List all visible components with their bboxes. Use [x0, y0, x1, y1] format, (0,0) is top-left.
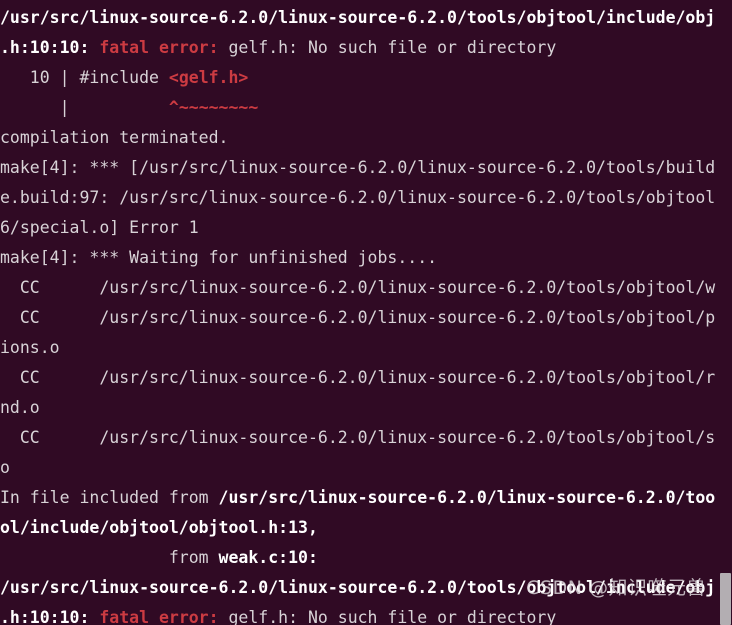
- terminal-line: make[4]: *** Waiting for unfinished jobs…: [0, 243, 732, 273]
- terminal-line: /usr/src/linux-source-6.2.0/linux-source…: [0, 3, 732, 33]
- terminal-line: | ^~~~~~~~~: [0, 93, 732, 123]
- terminal-text-span: from: [0, 548, 219, 567]
- terminal-text-span: CC /usr/src/linux-source-6.2.0/linux-sou…: [0, 368, 732, 387]
- terminal-line: from weak.c:10:: [0, 543, 732, 573]
- terminal-text-span: e.build:97: /usr/src/linux-source-6.2.0/…: [0, 188, 732, 207]
- terminal-line: CC /usr/src/linux-source-6.2.0/linux-sou…: [0, 363, 732, 393]
- terminal-scrollbar[interactable]: [716, 0, 732, 625]
- terminal-text-span: fatal error:: [99, 608, 229, 625]
- terminal-line: o: [0, 453, 732, 483]
- terminal-text-span: CC /usr/src/linux-source-6.2.0/linux-sou…: [0, 308, 732, 327]
- terminal-line: /usr/src/linux-source-6.2.0/linux-source…: [0, 573, 732, 603]
- terminal-text-span: gelf.h: No such file or directory: [228, 38, 557, 57]
- terminal-line: 10 | #include <gelf.h>: [0, 63, 732, 93]
- terminal-line: e.build:97: /usr/src/linux-source-6.2.0/…: [0, 183, 732, 213]
- terminal-line: In file included from /usr/src/linux-sou…: [0, 483, 732, 513]
- terminal-text-span: 6/special.o] Error 1: [0, 218, 199, 237]
- terminal-line: ions.o: [0, 333, 732, 363]
- terminal-line: 6/special.o] Error 1: [0, 213, 732, 243]
- terminal-line: CC /usr/src/linux-source-6.2.0/linux-sou…: [0, 423, 732, 453]
- terminal-text-span: CC /usr/src/linux-source-6.2.0/linux-sou…: [0, 428, 732, 447]
- terminal-text-span: ions.o: [0, 338, 60, 357]
- terminal-text-span: |: [0, 98, 169, 117]
- terminal-text-span: ^~~~~~~~~: [168, 98, 259, 117]
- terminal-line: CC /usr/src/linux-source-6.2.0/linux-sou…: [0, 303, 732, 333]
- terminal-text-span: 10 | #include: [0, 68, 169, 87]
- terminal-line: ol/include/objtool/objtool.h:13,: [0, 513, 732, 543]
- terminal-text-span: make[4]: *** Waiting for unfinished jobs…: [0, 248, 438, 267]
- terminal-line: CC /usr/src/linux-source-6.2.0/linux-sou…: [0, 273, 732, 303]
- terminal-text-span: .h:10:10:: [0, 608, 100, 625]
- terminal-text-span: /usr/src/linux-source-6.2.0/linux-source…: [0, 8, 732, 27]
- terminal-text-span: make[4]: *** [/usr/src/linux-source-6.2.…: [0, 158, 732, 177]
- terminal-text-span: nd.o: [0, 398, 40, 417]
- terminal-line: .h:10:10: fatal error: gelf.h: No such f…: [0, 33, 732, 63]
- terminal-line: .h:10:10: fatal error: gelf.h: No such f…: [0, 603, 732, 625]
- scrollbar-thumb[interactable]: [720, 573, 731, 625]
- terminal-text-span: weak.c:10:: [218, 548, 318, 567]
- terminal-output: /usr/src/linux-source-6.2.0/linux-source…: [0, 3, 732, 625]
- terminal-text-span: /usr/src/linux-source-6.2.0/linux-source…: [218, 488, 732, 507]
- terminal-text-span: CC /usr/src/linux-source-6.2.0/linux-sou…: [0, 278, 732, 297]
- terminal-text-span: gelf.h: No such file or directory: [228, 608, 557, 625]
- terminal-text-span: /usr/src/linux-source-6.2.0/linux-source…: [0, 578, 732, 597]
- terminal-text-span: ol/include/objtool/objtool.h:13,: [0, 518, 318, 537]
- terminal-line: compilation terminated.: [0, 123, 732, 153]
- terminal-text-span: <gelf.h>: [168, 68, 249, 87]
- terminal-text-span: o: [0, 458, 10, 477]
- terminal-line: nd.o: [0, 393, 732, 423]
- terminal-window[interactable]: /usr/src/linux-source-6.2.0/linux-source…: [0, 0, 732, 625]
- terminal-line: make[4]: *** [/usr/src/linux-source-6.2.…: [0, 153, 732, 183]
- terminal-text-span: compilation terminated.: [0, 128, 229, 147]
- terminal-text-span: .h:10:10:: [0, 38, 100, 57]
- terminal-text-span: In file included from: [0, 488, 219, 507]
- terminal-text-span: fatal error:: [99, 38, 229, 57]
